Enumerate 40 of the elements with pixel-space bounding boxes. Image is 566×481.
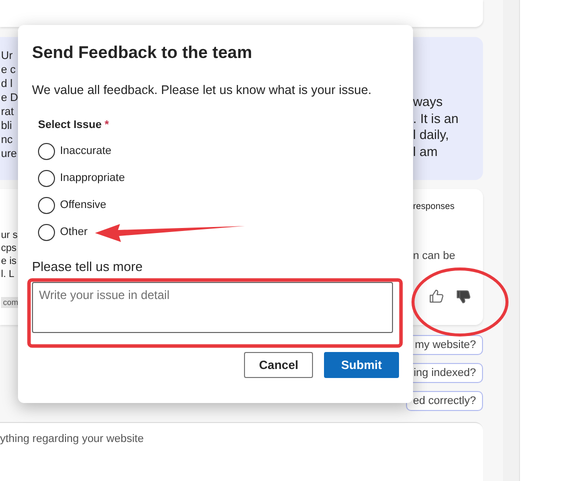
message-text: . It is an [413, 110, 460, 127]
message-text: ur s [1, 229, 19, 242]
scrollbar[interactable] [503, 0, 520, 481]
message-text: e c [1, 63, 17, 77]
message-text: rat [1, 105, 15, 119]
message-text: ure [1, 147, 18, 161]
dialog-title: Send Feedback to the team [32, 43, 254, 63]
thumbs-down-icon[interactable] [456, 289, 471, 304]
message-text: e D [1, 91, 18, 105]
radio-button[interactable] [38, 142, 55, 160]
suggestion-chip[interactable]: ed correctly? [406, 391, 483, 411]
message-text: bli [1, 119, 14, 133]
message-text: l daily, [413, 127, 450, 144]
message-text: cps [1, 242, 18, 255]
message-text: ways [413, 94, 444, 110]
cancel-button[interactable]: Cancel [244, 352, 313, 378]
dialog-description: We value all feedback. Please let us know what is your issue. [32, 83, 373, 97]
message-text: Ur [1, 49, 14, 63]
message-text: n can be [413, 249, 456, 263]
thumbs-up-icon[interactable] [429, 289, 444, 304]
message-text: d l [1, 77, 14, 91]
message-text: nc [1, 133, 14, 147]
message-text: e is [1, 255, 18, 268]
radio-button[interactable] [38, 170, 55, 186]
chat-input[interactable]: ything regarding your website [0, 422, 483, 481]
radio-option[interactable]: Offensive [38, 195, 106, 215]
radio-option[interactable]: Inaccurate [38, 141, 112, 161]
details-field[interactable]: Write your issue in detail [32, 282, 393, 333]
input-placeholder: ything regarding your website [0, 433, 144, 445]
radio-button[interactable] [38, 224, 55, 240]
message-text: l. L [1, 268, 16, 281]
field-label: Select Issue * [38, 119, 110, 131]
radio-button[interactable] [38, 196, 55, 214]
source-chip[interactable]: com [1, 297, 20, 308]
responses-count: responses [413, 201, 456, 211]
field-label: Please tell us more [32, 259, 144, 274]
radio-option[interactable]: Inappropriate [38, 168, 125, 188]
radio-option[interactable]: Other [38, 222, 88, 242]
message-text: l am [413, 144, 439, 160]
submit-button[interactable]: Submit [324, 352, 399, 378]
